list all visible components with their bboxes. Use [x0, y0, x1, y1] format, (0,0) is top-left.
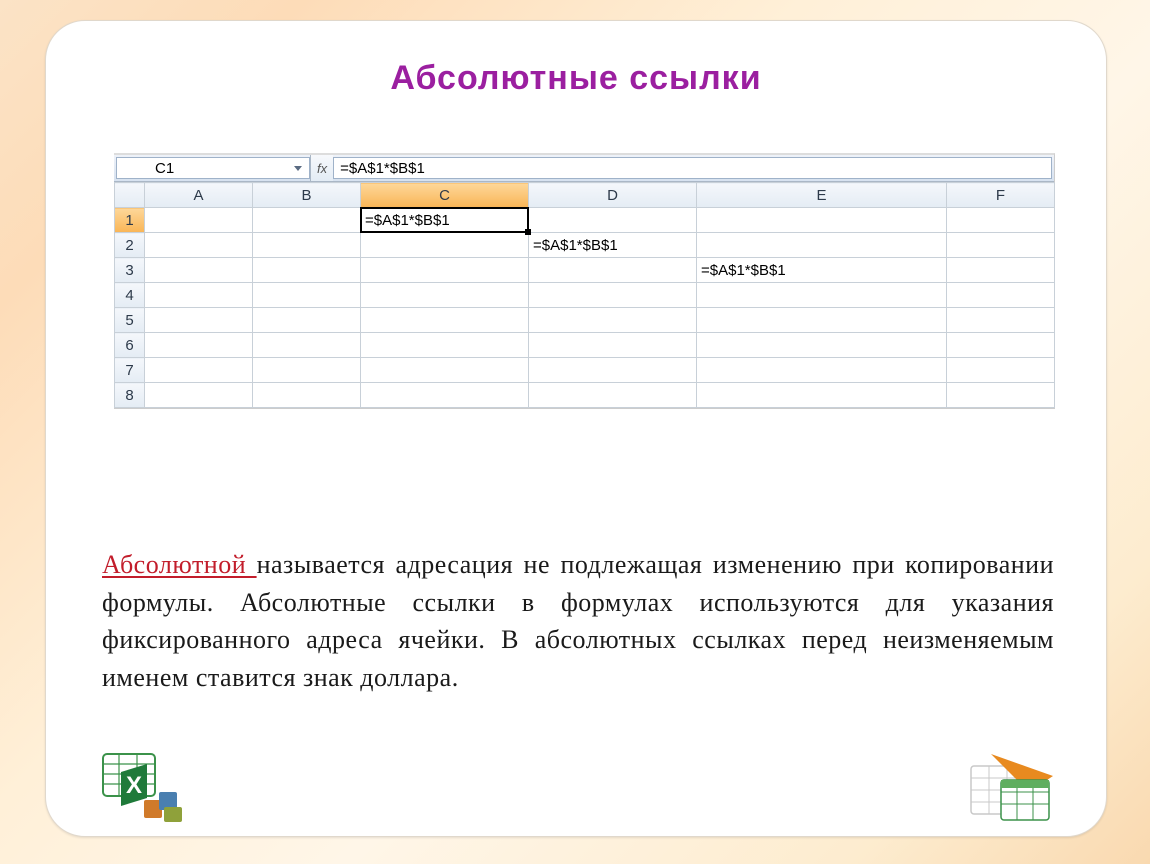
fx-button[interactable]: fx: [310, 155, 333, 181]
table-row: 5: [115, 308, 1055, 333]
cell[interactable]: [529, 283, 697, 308]
cell[interactable]: [145, 233, 253, 258]
cell[interactable]: [947, 358, 1055, 383]
cell[interactable]: [697, 358, 947, 383]
fx-icon: fx: [317, 161, 327, 176]
excel-2010-icon: X: [101, 752, 186, 822]
cell[interactable]: [529, 208, 697, 233]
cell[interactable]: [361, 383, 529, 408]
spreadsheet-grid[interactable]: A B C D E F 1 =$A$1*$B$1: [114, 182, 1055, 408]
row-header[interactable]: 6: [115, 333, 145, 358]
row-header[interactable]: 4: [115, 283, 145, 308]
name-box[interactable]: C1: [116, 157, 310, 179]
cell[interactable]: [947, 383, 1055, 408]
cell[interactable]: [361, 358, 529, 383]
cell[interactable]: [253, 383, 361, 408]
cell[interactable]: [361, 333, 529, 358]
cell-value: =$A$1*$B$1: [365, 212, 450, 229]
table-row: 8: [115, 383, 1055, 408]
cell[interactable]: =$A$1*$B$1: [697, 258, 947, 283]
cell-active[interactable]: =$A$1*$B$1: [361, 208, 529, 233]
table-row: 6: [115, 333, 1055, 358]
col-header[interactable]: B: [253, 183, 361, 208]
cell[interactable]: [253, 283, 361, 308]
row-header[interactable]: 2: [115, 233, 145, 258]
cell[interactable]: [253, 308, 361, 333]
table-row: 1 =$A$1*$B$1: [115, 208, 1055, 233]
cell[interactable]: [253, 258, 361, 283]
formula-text: =$A$1*$B$1: [340, 160, 425, 177]
cell[interactable]: [947, 233, 1055, 258]
cell[interactable]: [361, 258, 529, 283]
col-header[interactable]: C: [361, 183, 529, 208]
cell[interactable]: [947, 283, 1055, 308]
cell[interactable]: [253, 233, 361, 258]
lead-word: Абсолютной: [102, 550, 257, 579]
cell[interactable]: [529, 358, 697, 383]
formula-bar-row: C1 fx =$A$1*$B$1: [114, 155, 1054, 182]
cell[interactable]: [529, 308, 697, 333]
cell[interactable]: [529, 333, 697, 358]
cell[interactable]: [145, 283, 253, 308]
cell[interactable]: [697, 233, 947, 258]
fill-handle[interactable]: [525, 229, 531, 235]
excel-fragment: C1 fx =$A$1*$B$1: [114, 153, 1055, 409]
cell[interactable]: [947, 208, 1055, 233]
cell[interactable]: [529, 383, 697, 408]
col-header[interactable]: F: [947, 183, 1055, 208]
paragraph: Абсолютной называется адресация не подле…: [102, 546, 1054, 697]
cell[interactable]: [145, 383, 253, 408]
row-header[interactable]: 1: [115, 208, 145, 233]
cell[interactable]: [145, 208, 253, 233]
cell[interactable]: [947, 308, 1055, 333]
svg-text:X: X: [126, 772, 142, 799]
cell[interactable]: [529, 258, 697, 283]
col-header[interactable]: A: [145, 183, 253, 208]
cell[interactable]: [253, 358, 361, 383]
cell[interactable]: [361, 283, 529, 308]
row-header[interactable]: 3: [115, 258, 145, 283]
table-row: 3 =$A$1*$B$1: [115, 258, 1055, 283]
chevron-down-icon: [294, 166, 302, 171]
cell[interactable]: [697, 208, 947, 233]
row-header[interactable]: 5: [115, 308, 145, 333]
col-header[interactable]: E: [697, 183, 947, 208]
cell[interactable]: [697, 283, 947, 308]
cell[interactable]: [145, 258, 253, 283]
col-header[interactable]: D: [529, 183, 697, 208]
cell-value: =$A$1*$B$1: [533, 237, 618, 254]
excel-2007-icon: [961, 748, 1056, 828]
slide-title: Абсолютные ссылки: [46, 59, 1106, 98]
table-row: 7: [115, 358, 1055, 383]
slide-card: Абсолютные ссылки C1 fx =$A$1*$B$1: [45, 20, 1107, 837]
cell[interactable]: [947, 258, 1055, 283]
cell[interactable]: [361, 233, 529, 258]
cell[interactable]: [145, 358, 253, 383]
select-all-corner[interactable]: [115, 183, 145, 208]
row-header[interactable]: 8: [115, 383, 145, 408]
cell[interactable]: [697, 383, 947, 408]
cell[interactable]: [947, 333, 1055, 358]
row-header[interactable]: 7: [115, 358, 145, 383]
column-header-row: A B C D E F: [115, 183, 1055, 208]
table-row: 4: [115, 283, 1055, 308]
cell[interactable]: [697, 308, 947, 333]
cell[interactable]: =$A$1*$B$1: [529, 233, 697, 258]
cell[interactable]: [361, 308, 529, 333]
cell[interactable]: [697, 333, 947, 358]
name-box-value: C1: [155, 160, 174, 177]
formula-input[interactable]: =$A$1*$B$1: [333, 157, 1052, 179]
table-row: 2 =$A$1*$B$1: [115, 233, 1055, 258]
cell[interactable]: [253, 333, 361, 358]
cell[interactable]: [145, 333, 253, 358]
cell[interactable]: [253, 208, 361, 233]
cell[interactable]: [145, 308, 253, 333]
cell-value: =$A$1*$B$1: [701, 262, 786, 279]
